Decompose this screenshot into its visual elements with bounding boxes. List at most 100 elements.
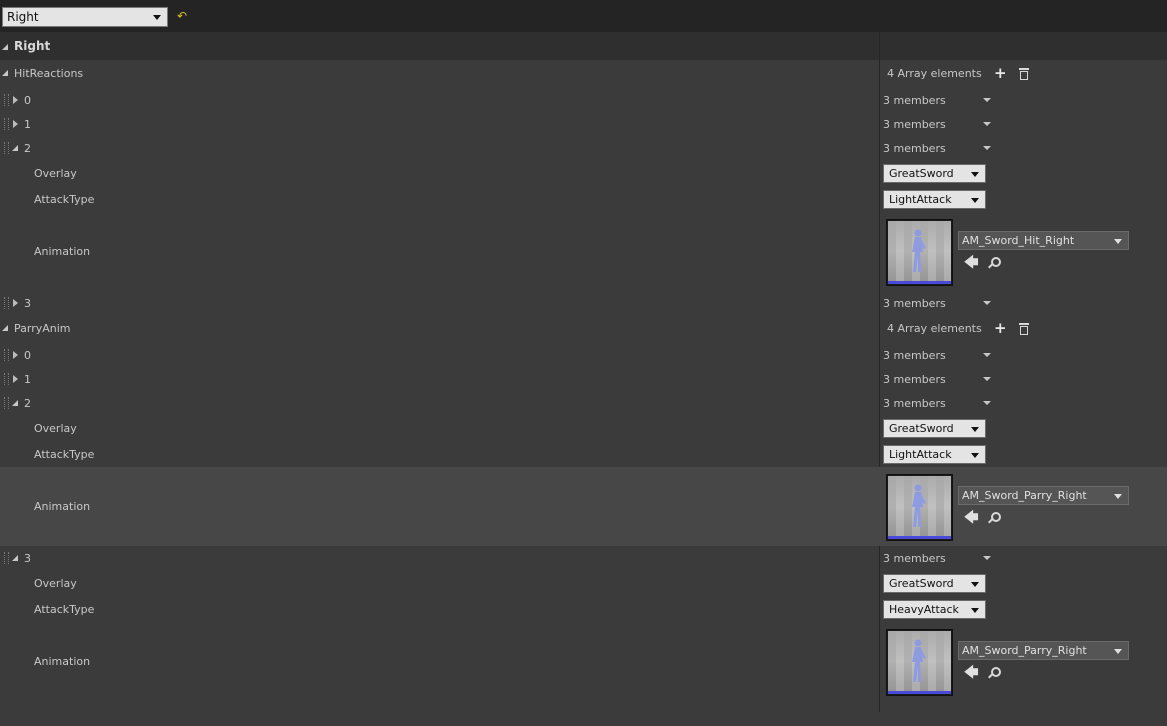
expand-arrow-icon[interactable] — [13, 120, 18, 128]
animation-thumbnail[interactable] — [886, 629, 953, 696]
animation-asset-name: AM_Sword_Parry_Right — [962, 644, 1087, 657]
property-filter-value: Right — [7, 10, 39, 24]
members-summary: 3 members — [883, 142, 946, 155]
element-index: 0 — [24, 349, 31, 362]
drag-handle-icon[interactable] — [4, 142, 9, 154]
character-figure-icon — [912, 484, 926, 527]
property-name: ParryAnim — [14, 322, 71, 335]
array-property-row: HitReactions 4 Array elements + — [0, 60, 1167, 86]
members-summary: 3 members — [883, 94, 946, 107]
attacktype-combo[interactable]: LightAttack — [883, 190, 986, 209]
animation-asset-picker[interactable]: AM_Sword_Parry_Right — [958, 486, 1129, 505]
attacktype-label: AttackType — [34, 448, 95, 461]
drag-handle-icon[interactable] — [4, 397, 9, 409]
array-element-row: 3 3 members — [0, 546, 1167, 570]
attacktype-label: AttackType — [34, 603, 95, 616]
element-index: 1 — [24, 118, 31, 131]
expand-arrow-icon[interactable] — [13, 351, 18, 359]
array-property-row: ParryAnim 4 Array elements + — [0, 316, 1167, 342]
chevron-down-icon — [1114, 494, 1122, 499]
attacktype-value: HeavyAttack — [889, 603, 959, 616]
use-selected-arrow-icon[interactable]: 🡄 — [964, 256, 978, 270]
element-index: 1 — [24, 373, 31, 386]
overlay-row: Overlay GreatSword — [0, 160, 1167, 186]
animation-asset-picker[interactable]: AM_Sword_Hit_Right — [958, 231, 1129, 250]
drag-handle-icon[interactable] — [4, 373, 9, 385]
chevron-down-icon[interactable] — [983, 401, 991, 405]
magnifier-icon[interactable] — [988, 512, 1001, 524]
overlay-row: Overlay GreatSword — [0, 570, 1167, 596]
array-count: 4 Array elements — [887, 322, 982, 335]
element-index: 0 — [24, 94, 31, 107]
array-count: 4 Array elements — [887, 67, 982, 80]
plus-icon[interactable]: + — [994, 66, 1007, 81]
members-summary: 3 members — [883, 397, 946, 410]
collapse-arrow-icon[interactable] — [2, 325, 8, 331]
chevron-down-icon — [971, 582, 979, 587]
chevron-down-icon — [971, 427, 979, 432]
chevron-down-icon[interactable] — [983, 122, 991, 126]
chevron-down-icon[interactable] — [983, 556, 991, 560]
array-element-row: 3 3 members — [0, 290, 1167, 316]
animation-row: Animation AM_Sword_Hit_Right 🡄 — [0, 212, 1167, 290]
animation-thumbnail[interactable] — [886, 474, 953, 541]
property-filter-dropdown[interactable]: Right — [2, 7, 168, 27]
details-toolbar: Right ↶ — [0, 0, 1167, 32]
drag-handle-icon[interactable] — [4, 297, 9, 309]
element-index: 2 — [24, 142, 31, 155]
collapse-arrow-icon[interactable] — [12, 400, 18, 406]
members-summary: 3 members — [883, 552, 946, 565]
category-header[interactable]: Right — [0, 32, 1167, 60]
expand-arrow-icon[interactable] — [13, 299, 18, 307]
chevron-down-icon[interactable] — [983, 353, 991, 357]
overlay-combo[interactable]: GreatSword — [883, 419, 986, 438]
drag-handle-icon[interactable] — [4, 349, 9, 361]
collapse-arrow-icon — [2, 44, 8, 50]
trash-icon[interactable] — [1019, 68, 1029, 80]
chevron-down-icon — [1114, 239, 1122, 244]
array-element-row: 2 3 members — [0, 391, 1167, 415]
animation-asset-name: AM_Sword_Parry_Right — [962, 489, 1087, 502]
collapse-arrow-icon[interactable] — [2, 70, 8, 76]
element-index: 3 — [24, 297, 31, 310]
magnifier-icon[interactable] — [988, 667, 1001, 679]
chevron-down-icon[interactable] — [983, 146, 991, 150]
expand-arrow-icon[interactable] — [13, 96, 18, 104]
category-title: Right — [14, 39, 51, 53]
plus-icon[interactable]: + — [994, 321, 1007, 336]
drag-handle-icon[interactable] — [4, 118, 9, 130]
members-summary: 3 members — [883, 297, 946, 310]
expand-arrow-icon[interactable] — [13, 375, 18, 383]
overlay-combo[interactable]: GreatSword — [883, 164, 986, 183]
attacktype-row: AttackType LightAttack — [0, 441, 1167, 467]
chevron-down-icon — [971, 198, 979, 203]
collapse-arrow-icon[interactable] — [12, 555, 18, 561]
animation-label: Animation — [34, 655, 91, 668]
drag-handle-icon[interactable] — [4, 552, 9, 564]
members-summary: 3 members — [883, 349, 946, 362]
members-summary: 3 members — [883, 118, 946, 131]
use-selected-arrow-icon[interactable]: 🡄 — [964, 666, 978, 680]
collapse-arrow-icon[interactable] — [12, 145, 18, 151]
chevron-down-icon[interactable] — [983, 377, 991, 381]
attacktype-row: AttackType LightAttack — [0, 186, 1167, 212]
reset-to-default-icon[interactable]: ↶ — [177, 9, 187, 23]
overlay-combo[interactable]: GreatSword — [883, 574, 986, 593]
chevron-down-icon[interactable] — [983, 98, 991, 102]
animation-asset-picker[interactable]: AM_Sword_Parry_Right — [958, 641, 1129, 660]
animation-thumbnail[interactable] — [886, 219, 953, 286]
attacktype-combo[interactable]: HeavyAttack — [883, 600, 986, 619]
array-element-row: 0 3 members — [0, 343, 1167, 367]
element-index: 3 — [24, 552, 31, 565]
overlay-label: Overlay — [34, 167, 77, 180]
array-element-row: 1 3 members — [0, 112, 1167, 136]
chevron-down-icon[interactable] — [983, 301, 991, 305]
magnifier-icon[interactable] — [988, 257, 1001, 269]
trash-icon[interactable] — [1019, 323, 1029, 335]
drag-handle-icon[interactable] — [4, 94, 9, 106]
use-selected-arrow-icon[interactable]: 🡄 — [964, 511, 978, 525]
chevron-down-icon — [971, 172, 979, 177]
animation-row: Animation AM_Sword_Parry_Right 🡄 — [0, 622, 1167, 700]
attacktype-combo[interactable]: LightAttack — [883, 445, 986, 464]
array-element-row: 0 3 members — [0, 88, 1167, 112]
